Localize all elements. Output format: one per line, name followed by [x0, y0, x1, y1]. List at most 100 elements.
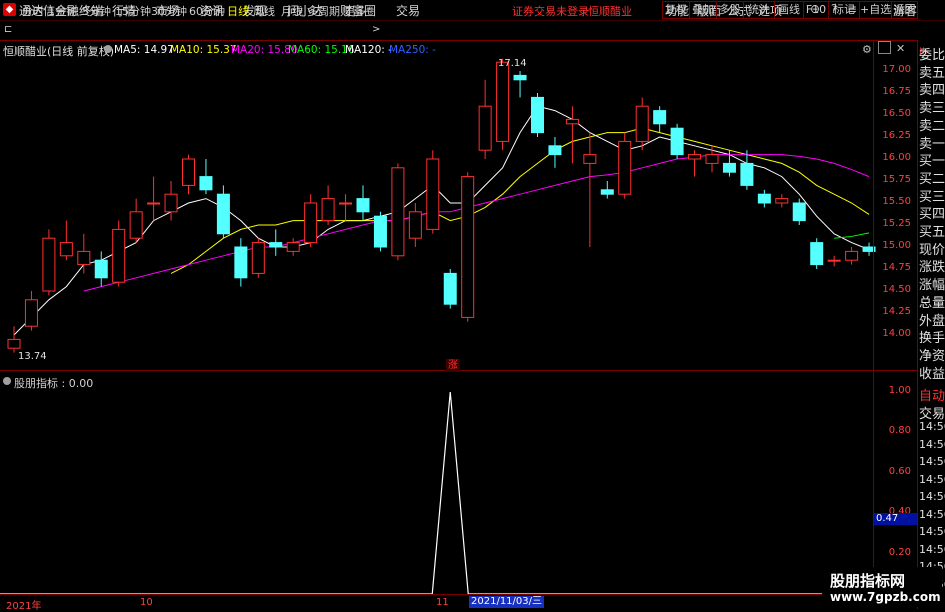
panel-item-13[interactable]: 涨幅: [919, 274, 945, 293]
panel-bottom-1[interactable]: 交易: [919, 403, 945, 422]
candle-body: [775, 198, 789, 204]
candle[interactable]: [461, 172, 475, 322]
candle[interactable]: [216, 185, 230, 239]
candle-body: [722, 162, 736, 173]
kline-chart[interactable]: [0, 0, 945, 609]
candle-body: [531, 96, 544, 134]
panel-item-14[interactable]: 总量: [919, 292, 945, 311]
xaxis-label-year: 2021年: [6, 601, 42, 612]
panel-item-10[interactable]: 买五: [919, 221, 945, 240]
panel-bottom-6[interactable]: 14:56: [919, 490, 945, 503]
panel-bottom-5[interactable]: 14:56: [919, 473, 945, 486]
candle[interactable]: [583, 132, 597, 247]
candle[interactable]: [112, 220, 126, 287]
candle[interactable]: [391, 163, 405, 261]
candle-body: [496, 61, 510, 142]
candle[interactable]: [147, 176, 161, 221]
candle[interactable]: [94, 251, 108, 287]
candle[interactable]: [356, 185, 370, 221]
candle[interactable]: [810, 238, 824, 269]
panel-item-7[interactable]: 买二: [919, 168, 945, 187]
candle[interactable]: [269, 229, 283, 256]
low-annotation: 13.74: [18, 351, 47, 362]
panel-item-5[interactable]: 卖一: [919, 133, 945, 152]
candle[interactable]: [443, 269, 457, 309]
panel-item-15[interactable]: 外盘: [919, 310, 945, 329]
panel-bottom-0[interactable]: 自动: [919, 385, 945, 404]
candle[interactable]: [478, 79, 492, 159]
candle[interactable]: [339, 194, 353, 221]
candle[interactable]: [775, 194, 789, 208]
panel-item-0[interactable]: 委比: [919, 44, 945, 63]
candle-body: [77, 250, 91, 266]
panel-item-6[interactable]: 买一: [919, 150, 945, 169]
indicator-pane-icon[interactable]: [3, 377, 11, 385]
panel-item-3[interactable]: 卖三: [919, 97, 945, 116]
candle-body: [426, 158, 440, 230]
candle-body: [164, 193, 178, 213]
candle[interactable]: [304, 194, 318, 247]
panel-bottom-7[interactable]: 14:56: [919, 508, 945, 521]
panel-item-2[interactable]: 卖四: [919, 79, 945, 98]
candle[interactable]: [373, 211, 387, 252]
candle[interactable]: [757, 189, 771, 208]
candle[interactable]: [635, 97, 649, 151]
xaxis-label-nov: 11: [436, 597, 449, 608]
candle-body: [740, 162, 754, 186]
candle[interactable]: [845, 247, 859, 265]
candle[interactable]: [251, 238, 265, 278]
candle[interactable]: [600, 181, 614, 199]
candle[interactable]: [670, 123, 684, 159]
candle[interactable]: [792, 198, 806, 225]
panel-item-1[interactable]: 卖五: [919, 62, 945, 81]
candle[interactable]: [321, 185, 335, 225]
candle[interactable]: [234, 238, 248, 287]
candle[interactable]: [286, 238, 300, 256]
panel-item-16[interactable]: 换手: [919, 327, 945, 346]
candle[interactable]: [59, 220, 73, 261]
panel-item-12[interactable]: 涨跌: [919, 256, 945, 275]
candle[interactable]: [496, 58, 510, 151]
panel-item-9[interactable]: 买四: [919, 203, 945, 222]
panel-bottom-4[interactable]: 14:56: [919, 455, 945, 468]
candle-body: [827, 259, 841, 262]
candle[interactable]: [24, 291, 38, 331]
candle-body: [24, 299, 38, 327]
candle[interactable]: [531, 93, 544, 137]
panel-bottom-8[interactable]: 14:56: [919, 525, 945, 538]
candle[interactable]: [618, 132, 632, 199]
candle[interactable]: [199, 159, 213, 195]
price-tick-11: 14.25: [882, 306, 911, 317]
panel-item-17[interactable]: 净资: [919, 345, 945, 364]
panel-item-11[interactable]: 现价: [919, 239, 945, 258]
candle[interactable]: [513, 71, 527, 98]
candle-body: [408, 211, 422, 239]
candle[interactable]: [164, 181, 178, 221]
candle[interactable]: [827, 255, 841, 267]
candle-body: [112, 228, 126, 283]
candle[interactable]: [548, 137, 562, 168]
panel-bottom-3[interactable]: 14:56: [919, 438, 945, 451]
candle[interactable]: [42, 229, 56, 296]
panel-item-4[interactable]: 卖二: [919, 115, 945, 134]
candle[interactable]: [705, 145, 719, 173]
panel-bottom-2[interactable]: 14:56: [919, 420, 945, 433]
candle[interactable]: [129, 198, 143, 243]
candle[interactable]: [77, 233, 91, 274]
candle[interactable]: [688, 150, 702, 177]
panel-item-8[interactable]: 买三: [919, 186, 945, 205]
candle-body: [618, 140, 632, 195]
candle[interactable]: [408, 203, 422, 247]
candle-body: [129, 211, 143, 239]
candle-body: [810, 242, 824, 266]
panel-bottom-9[interactable]: 14:56: [919, 543, 945, 556]
zhang-marker: 涨: [446, 359, 460, 372]
xaxis-label-oct: 10: [140, 597, 153, 608]
candle[interactable]: [653, 106, 667, 133]
candle-body: [478, 105, 492, 151]
panel-item-18[interactable]: 收益: [919, 363, 945, 382]
candle[interactable]: [182, 154, 195, 195]
candle-body: [339, 202, 353, 205]
candle[interactable]: [426, 150, 440, 234]
candle[interactable]: [565, 106, 579, 164]
